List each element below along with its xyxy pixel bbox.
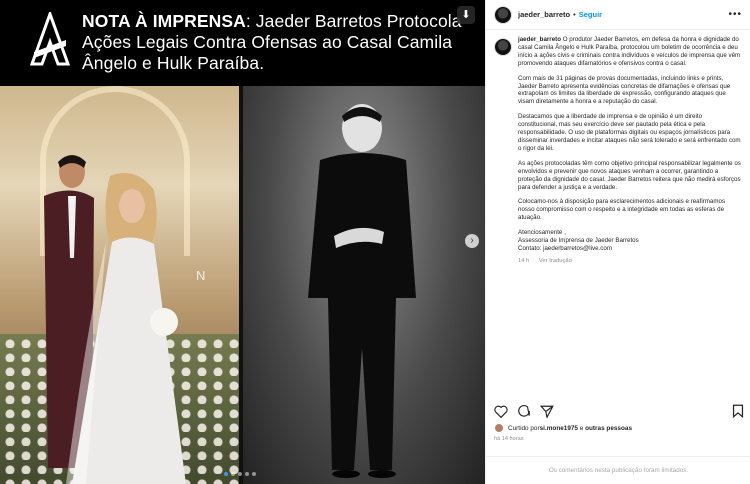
action-bar xyxy=(494,402,744,420)
bookmark-icon[interactable] xyxy=(732,404,744,418)
instagram-post: NOTA À IMPRENSA: Jaeder Barretos Protoco… xyxy=(0,0,750,484)
caption-paragraph: Com mais de 31 páginas de provas documen… xyxy=(518,74,731,106)
download-icon[interactable]: ⬇ xyxy=(457,6,475,24)
more-options-icon[interactable]: ••• xyxy=(728,9,742,20)
comment-icon[interactable] xyxy=(517,404,531,418)
carousel-dot[interactable] xyxy=(231,472,235,476)
carousel-dot[interactable] xyxy=(252,472,256,476)
header-separator: • xyxy=(573,10,576,19)
liked-suffix: e xyxy=(578,424,586,432)
press-headline: NOTA À IMPRENSA: Jaeder Barretos Protoco… xyxy=(82,11,477,74)
caption-paragraph: Colocamo-nos à disposição para esclareci… xyxy=(518,198,726,222)
liked-others[interactable]: outras pessoas xyxy=(585,425,632,432)
post-media[interactable]: NOTA À IMPRENSA: Jaeder Barretos Protoco… xyxy=(0,0,485,484)
share-icon[interactable] xyxy=(540,405,554,418)
carousel-dots[interactable] xyxy=(224,472,256,476)
caption-username[interactable]: jaeder_barreto xyxy=(518,36,561,43)
caption-meta: 14 h Ver tradução xyxy=(518,258,742,266)
caption-body: jaeder_barreto O produtor Jaeder Barreto… xyxy=(518,36,742,401)
caption-paragraph: As ações protocoladas têm como objetivo … xyxy=(518,159,741,191)
post-header: jaeder_barreto • Seguir ••• xyxy=(486,0,750,30)
translate-link[interactable]: Ver tradução xyxy=(539,258,572,264)
caption-paragraph: jaeder_barreto O produtor Jaeder Barreto… xyxy=(518,36,742,68)
wedding-photo: N xyxy=(0,86,239,484)
headline-bold: NOTA À IMPRENSA xyxy=(82,11,246,31)
brand-logo xyxy=(29,12,71,66)
liker-avatar[interactable] xyxy=(494,423,504,433)
carousel-dot[interactable] xyxy=(245,472,249,476)
username-link[interactable]: jaeder_barreto xyxy=(518,10,570,19)
comments-limited-notice: Os comentários nesta publicação foram li… xyxy=(486,456,750,484)
carousel-next-button[interactable]: › xyxy=(465,234,479,248)
likes-summary: Curtido por si.mone1975 e outras pessoas xyxy=(494,423,632,433)
avatar[interactable] xyxy=(494,5,512,24)
press-banner: NOTA À IMPRENSA: Jaeder Barretos Protoco… xyxy=(0,0,485,86)
follow-button[interactable]: Seguir xyxy=(579,10,602,19)
carousel-dot[interactable] xyxy=(238,472,242,476)
heart-icon[interactable] xyxy=(494,405,508,418)
carousel-dot[interactable] xyxy=(224,472,228,476)
liked-prefix: Curtido por xyxy=(508,424,540,432)
liked-user[interactable]: si.mone1975 xyxy=(540,425,578,432)
bride-figure xyxy=(66,173,186,484)
post-sidebar: jaeder_barreto • Seguir ••• jaeder_barre… xyxy=(485,0,750,484)
post-timestamp[interactable]: há 14 horas xyxy=(494,436,524,442)
caption-age: 14 h xyxy=(518,257,530,264)
producer-figure xyxy=(308,104,416,478)
caption-signature: Atenciosamente , Assessoria de Imprensa … xyxy=(518,229,639,252)
caption-avatar[interactable] xyxy=(494,38,512,56)
watermark-glyph: N xyxy=(196,268,206,283)
post-caption: jaeder_barreto O produtor Jaeder Barreto… xyxy=(494,36,744,401)
caption-paragraph: Destacamos que a liberdade de imprensa e… xyxy=(518,113,741,152)
